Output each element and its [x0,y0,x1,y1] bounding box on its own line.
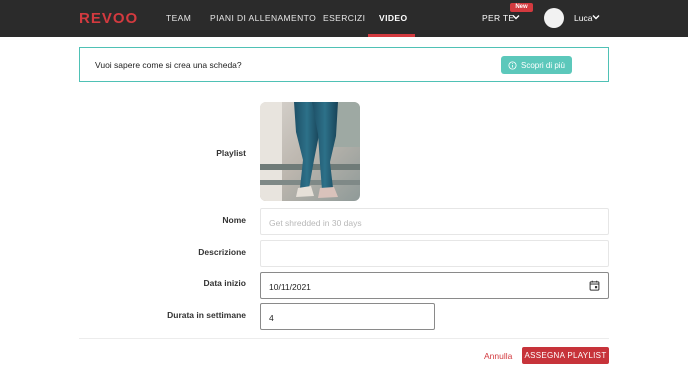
descrizione-field[interactable] [260,240,609,267]
nav-item-piani-di-allenamento[interactable]: PIANI DI ALLENAMENTO [210,13,316,23]
learn-more-label: Scopri di più [520,60,566,70]
info-icon [508,60,517,70]
info-banner: Vuoi sapere come si crea una scheda? Sco… [79,47,609,82]
active-nav-indicator [368,34,415,37]
nav-item-video[interactable]: VIDEO [379,13,407,23]
durata-label: Durata in settimane [167,310,246,320]
nome-placeholder: Get shredded in 30 days [269,218,362,228]
top-navbar: REVOO TEAM PIANI DI ALLENAMENTO ESERCIZI… [0,0,688,37]
chevron-down-icon[interactable] [511,12,521,22]
data-inizio-field[interactable]: 10/11/2021 [260,272,609,299]
footer-divider [79,338,609,339]
descrizione-label: Descrizione [198,247,246,257]
avatar[interactable] [544,8,564,28]
user-menu[interactable]: Luca [574,13,592,23]
chevron-down-icon[interactable] [591,12,601,22]
durata-field[interactable]: 4 [260,303,435,330]
nav-item-esercizi[interactable]: ESERCIZI [323,13,365,23]
durata-value: 4 [269,313,274,323]
calendar-icon[interactable] [589,280,600,291]
playlist-thumbnail[interactable] [260,102,360,201]
per-te-menu[interactable]: PER TE [482,13,514,23]
nome-field[interactable]: Get shredded in 30 days [260,208,609,235]
assign-playlist-button[interactable]: ASSEGNA PLAYLIST [522,347,609,364]
banner-text: Vuoi sapere come si crea una scheda? [95,60,242,70]
playlist-label: Playlist [216,148,246,158]
data-inizio-label: Data inizio [203,278,246,288]
brand-logo[interactable]: REVOO [79,10,138,27]
playlist-image [260,102,360,201]
nome-label: Nome [222,215,246,225]
nav-item-team[interactable]: TEAM [166,13,191,23]
learn-more-button[interactable]: Scopri di più [501,56,572,74]
new-badge: New [510,3,533,12]
cancel-button[interactable]: Annulla [484,351,512,361]
data-inizio-value: 10/11/2021 [269,282,311,292]
